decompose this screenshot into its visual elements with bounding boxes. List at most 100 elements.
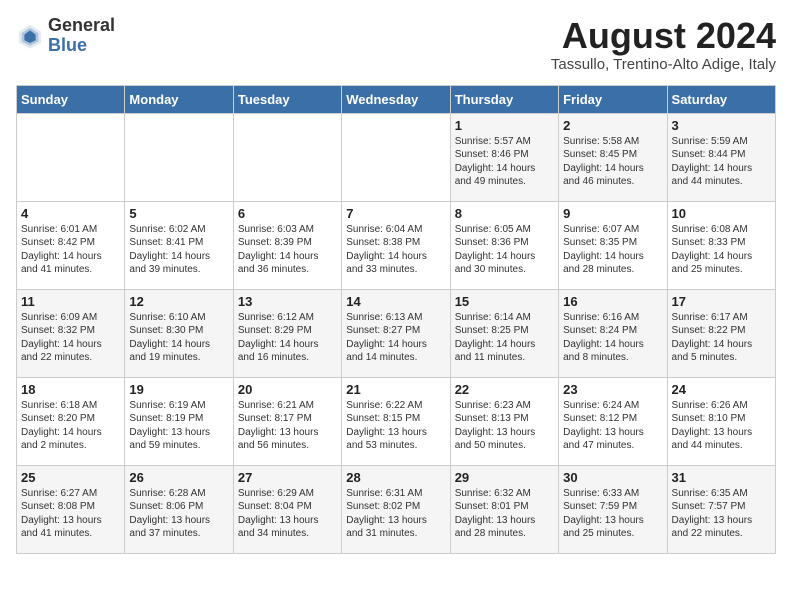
page-header: General Blue August 2024 Tassullo, Trent… xyxy=(16,16,776,73)
day-number: 10 xyxy=(672,206,771,221)
calendar-cell: 28Sunrise: 6:31 AM Sunset: 8:02 PM Dayli… xyxy=(342,465,450,553)
calendar-cell xyxy=(125,113,233,201)
calendar-cell: 1Sunrise: 5:57 AM Sunset: 8:46 PM Daylig… xyxy=(450,113,558,201)
day-number: 30 xyxy=(563,470,662,485)
calendar-cell xyxy=(342,113,450,201)
day-detail: Sunrise: 6:18 AM Sunset: 8:20 PM Dayligh… xyxy=(21,399,120,453)
calendar-cell: 31 Sunrise: 6:35 AM Sunset: 7:57 PM Dayli… xyxy=(667,465,775,553)
calendar-week-row: 1Sunrise: 5:57 AM Sunset: 8:46 PM Daylig… xyxy=(17,113,776,201)
day-detail: Sunrise: 5:59 AM Sunset: 8:44 PM Dayligh… xyxy=(672,135,771,189)
calendar-cell: 8Sunrise: 6:05 AM Sunset: 8:36 PM Daylig… xyxy=(450,201,558,289)
calendar-cell: 6Sunrise: 6:03 AM Sunset: 8:39 PM Daylig… xyxy=(233,201,341,289)
title-section: August 2024 Tassullo, Trentino-Alto Adig… xyxy=(551,16,776,73)
calendar-cell: 19 Sunrise: 6:19 AM Sunset: 8:19 PM Dayli… xyxy=(125,377,233,465)
weekday-header-thursday: Thursday xyxy=(450,85,558,113)
day-detail: Sunrise: 6:09 AM Sunset: 8:32 PM Dayligh… xyxy=(21,311,120,365)
calendar-cell: 16 Sunrise: 6:16 AM Sunset: 8:24 PM Dayli… xyxy=(559,289,667,377)
calendar-cell: 22 Sunrise: 6:23 AM Sunset: 8:13 PM Dayli… xyxy=(450,377,558,465)
day-number: 14 xyxy=(346,294,445,309)
day-detail: Sunrise: 6:28 AM Sunset: 8:06 PM Dayligh… xyxy=(129,487,228,541)
calendar-cell: 30 Sunrise: 6:33 AM Sunset: 7:59 PM Dayli… xyxy=(559,465,667,553)
calendar-week-row: 11 Sunrise: 6:09 AM Sunset: 8:32 PM Dayli… xyxy=(17,289,776,377)
logo-text: General Blue xyxy=(48,16,115,56)
day-detail: Sunrise: 6:32 AM Sunset: 8:01 PM Dayligh… xyxy=(455,487,554,541)
calendar-cell: 25 Sunrise: 6:27 AM Sunset: 8:08 PM Dayli… xyxy=(17,465,125,553)
day-number: 15 xyxy=(455,294,554,309)
calendar-cell: 9Sunrise: 6:07 AM Sunset: 8:35 PM Daylig… xyxy=(559,201,667,289)
logo-general: General xyxy=(48,16,115,36)
day-number: 20 xyxy=(238,382,337,397)
day-detail: Sunrise: 6:33 AM Sunset: 7:59 PM Dayligh… xyxy=(563,487,662,541)
calendar-week-row: 4 Sunrise: 6:01 AM Sunset: 8:42 PM Daylig… xyxy=(17,201,776,289)
day-detail: Sunrise: 6:23 AM Sunset: 8:13 PM Dayligh… xyxy=(455,399,554,453)
calendar-cell: 5 Sunrise: 6:02 AM Sunset: 8:41 PM Daylig… xyxy=(125,201,233,289)
day-number: 19 xyxy=(129,382,228,397)
day-detail: Sunrise: 6:22 AM Sunset: 8:15 PM Dayligh… xyxy=(346,399,445,453)
day-number: 5 xyxy=(129,206,228,221)
day-number: 25 xyxy=(21,470,120,485)
day-detail: Sunrise: 6:19 AM Sunset: 8:19 PM Dayligh… xyxy=(129,399,228,453)
day-detail: Sunrise: 6:35 AM Sunset: 7:57 PM Dayligh… xyxy=(672,487,771,541)
calendar-cell: 4 Sunrise: 6:01 AM Sunset: 8:42 PM Daylig… xyxy=(17,201,125,289)
day-number: 27 xyxy=(238,470,337,485)
month-year-title: August 2024 xyxy=(551,16,776,56)
day-number: 18 xyxy=(21,382,120,397)
calendar-table: SundayMondayTuesdayWednesdayThursdayFrid… xyxy=(16,85,776,554)
calendar-cell: 27 Sunrise: 6:29 AM Sunset: 8:04 PM Dayli… xyxy=(233,465,341,553)
day-number: 16 xyxy=(563,294,662,309)
calendar-cell: 3 Sunrise: 5:59 AM Sunset: 8:44 PM Daylig… xyxy=(667,113,775,201)
day-detail: Sunrise: 6:13 AM Sunset: 8:27 PM Dayligh… xyxy=(346,311,445,365)
calendar-header-row: SundayMondayTuesdayWednesdayThursdayFrid… xyxy=(17,85,776,113)
calendar-cell: 11 Sunrise: 6:09 AM Sunset: 8:32 PM Dayli… xyxy=(17,289,125,377)
day-detail: Sunrise: 6:27 AM Sunset: 8:08 PM Dayligh… xyxy=(21,487,120,541)
calendar-cell: 29Sunrise: 6:32 AM Sunset: 8:01 PM Dayli… xyxy=(450,465,558,553)
weekday-header-friday: Friday xyxy=(559,85,667,113)
calendar-cell: 23Sunrise: 6:24 AM Sunset: 8:12 PM Dayli… xyxy=(559,377,667,465)
day-number: 2 xyxy=(563,118,662,133)
calendar-cell: 26 Sunrise: 6:28 AM Sunset: 8:06 PM Dayli… xyxy=(125,465,233,553)
day-number: 24 xyxy=(672,382,771,397)
weekday-header-monday: Monday xyxy=(125,85,233,113)
day-number: 8 xyxy=(455,206,554,221)
day-number: 12 xyxy=(129,294,228,309)
logo-icon xyxy=(16,22,44,50)
day-detail: Sunrise: 6:16 AM Sunset: 8:24 PM Dayligh… xyxy=(563,311,662,365)
calendar-cell: 10 Sunrise: 6:08 AM Sunset: 8:33 PM Dayli… xyxy=(667,201,775,289)
calendar-cell: 20Sunrise: 6:21 AM Sunset: 8:17 PM Dayli… xyxy=(233,377,341,465)
calendar-cell: 12 Sunrise: 6:10 AM Sunset: 8:30 PM Dayli… xyxy=(125,289,233,377)
day-detail: Sunrise: 6:08 AM Sunset: 8:33 PM Dayligh… xyxy=(672,223,771,277)
day-detail: Sunrise: 6:24 AM Sunset: 8:12 PM Dayligh… xyxy=(563,399,662,453)
day-detail: Sunrise: 5:58 AM Sunset: 8:45 PM Dayligh… xyxy=(563,135,662,189)
weekday-header-tuesday: Tuesday xyxy=(233,85,341,113)
weekday-header-saturday: Saturday xyxy=(667,85,775,113)
day-number: 22 xyxy=(455,382,554,397)
day-number: 28 xyxy=(346,470,445,485)
day-detail: Sunrise: 6:02 AM Sunset: 8:41 PM Dayligh… xyxy=(129,223,228,277)
day-detail: Sunrise: 6:10 AM Sunset: 8:30 PM Dayligh… xyxy=(129,311,228,365)
calendar-cell: 17Sunrise: 6:17 AM Sunset: 8:22 PM Dayli… xyxy=(667,289,775,377)
day-number: 31 xyxy=(672,470,771,485)
day-detail: Sunrise: 6:26 AM Sunset: 8:10 PM Dayligh… xyxy=(672,399,771,453)
calendar-cell xyxy=(233,113,341,201)
day-detail: Sunrise: 6:29 AM Sunset: 8:04 PM Dayligh… xyxy=(238,487,337,541)
day-number: 11 xyxy=(21,294,120,309)
calendar-cell: 15Sunrise: 6:14 AM Sunset: 8:25 PM Dayli… xyxy=(450,289,558,377)
weekday-header-sunday: Sunday xyxy=(17,85,125,113)
logo: General Blue xyxy=(16,16,115,56)
day-number: 3 xyxy=(672,118,771,133)
day-detail: Sunrise: 6:03 AM Sunset: 8:39 PM Dayligh… xyxy=(238,223,337,277)
day-number: 26 xyxy=(129,470,228,485)
day-number: 1 xyxy=(455,118,554,133)
day-detail: Sunrise: 6:12 AM Sunset: 8:29 PM Dayligh… xyxy=(238,311,337,365)
calendar-cell: 13Sunrise: 6:12 AM Sunset: 8:29 PM Dayli… xyxy=(233,289,341,377)
calendar-cell: 18 Sunrise: 6:18 AM Sunset: 8:20 PM Dayli… xyxy=(17,377,125,465)
calendar-cell: 24 Sunrise: 6:26 AM Sunset: 8:10 PM Dayli… xyxy=(667,377,775,465)
day-number: 9 xyxy=(563,206,662,221)
day-detail: Sunrise: 6:01 AM Sunset: 8:42 PM Dayligh… xyxy=(21,223,120,277)
weekday-header-wednesday: Wednesday xyxy=(342,85,450,113)
logo-blue: Blue xyxy=(48,36,115,56)
day-number: 21 xyxy=(346,382,445,397)
calendar-week-row: 18 Sunrise: 6:18 AM Sunset: 8:20 PM Dayli… xyxy=(17,377,776,465)
calendar-cell: 14 Sunrise: 6:13 AM Sunset: 8:27 PM Dayli… xyxy=(342,289,450,377)
day-number: 4 xyxy=(21,206,120,221)
